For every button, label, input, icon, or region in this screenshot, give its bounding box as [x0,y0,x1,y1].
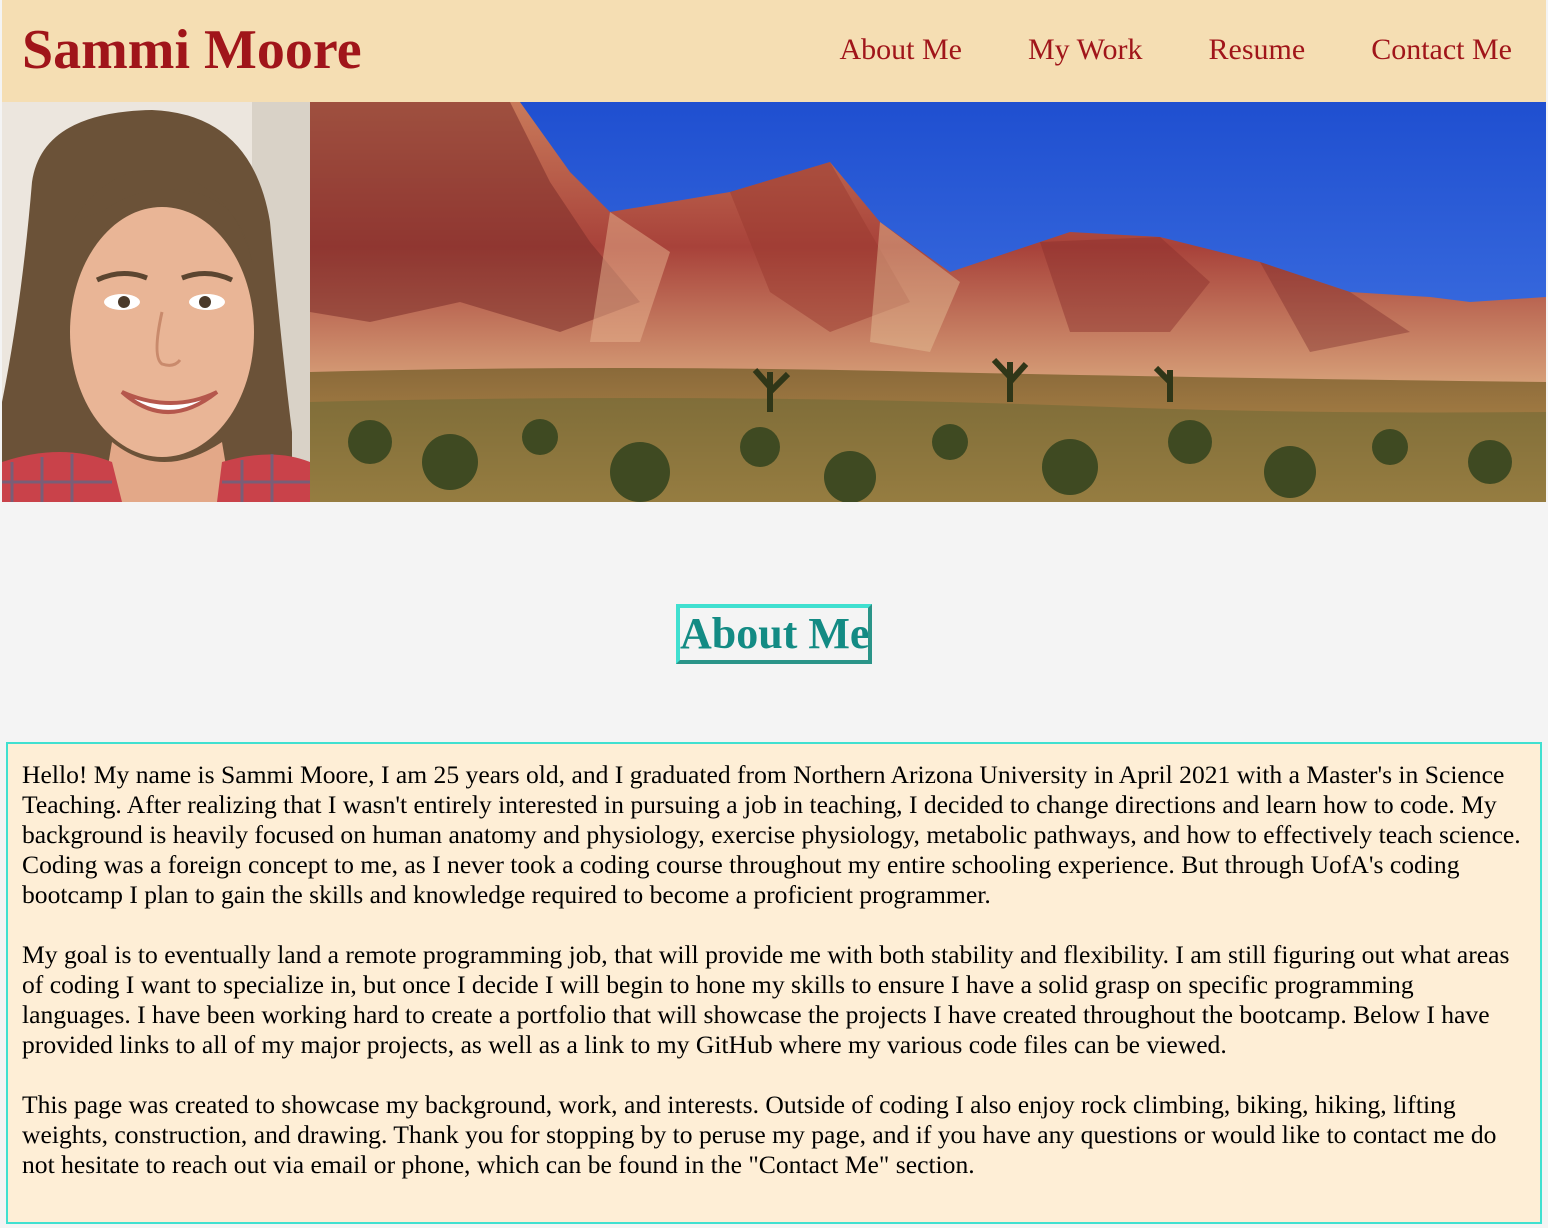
site-title: Sammi Moore [22,19,362,81]
about-me-heading: About Me [676,604,872,664]
nav-about-me[interactable]: About Me [839,32,962,68]
landscape-image [310,102,1546,502]
about-paragraph: Hello! My name is Sammi Moore, I am 25 y… [22,760,1521,909]
portrait-image [2,102,310,502]
about-me-section: Hello! My name is Sammi Moore, I am 25 y… [6,742,1542,1224]
hero-banner [2,102,1546,502]
nav-my-work[interactable]: My Work [1028,32,1143,68]
about-paragraph: My goal is to eventually land a remote p… [22,940,1510,1059]
nav-contact-me[interactable]: Contact Me [1371,32,1512,68]
site-header: Sammi Moore About Me My Work Resume Cont… [2,0,1546,102]
about-paragraph: This page was created to showcase my bac… [22,1090,1497,1179]
nav-resume[interactable]: Resume [1209,32,1306,68]
main-nav: About Me My Work Resume Contact Me [839,32,1512,68]
